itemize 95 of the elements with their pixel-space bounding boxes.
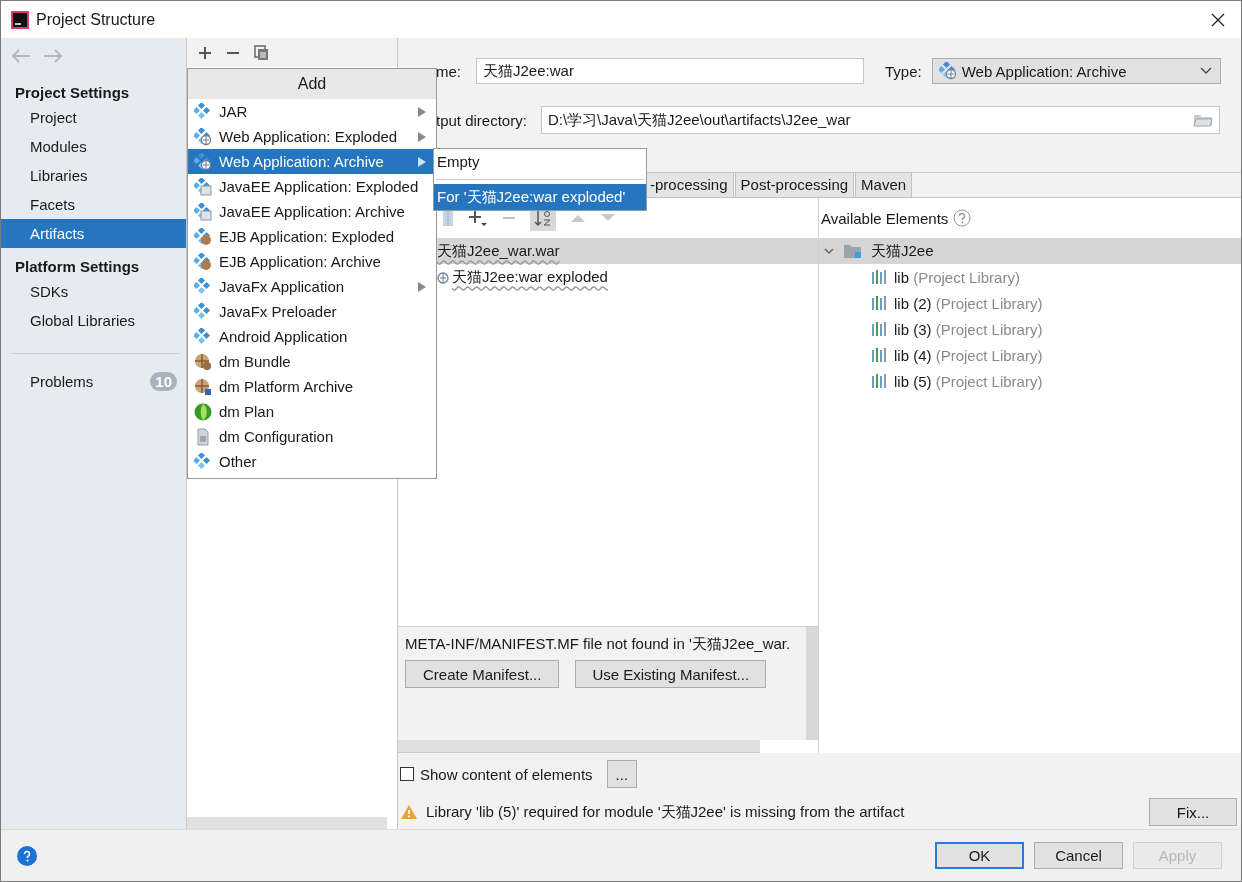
- name-field[interactable]: 天猫J2ee:war: [476, 58, 864, 84]
- menu-item[interactable]: JavaFx Preloader: [188, 299, 436, 324]
- diamonds-bean-icon: [194, 227, 212, 246]
- help-icon[interactable]: [17, 845, 37, 866]
- scrollbar[interactable]: [806, 627, 818, 741]
- checkbox-label: Show content of elements: [420, 765, 593, 783]
- menu-item[interactable]: Android Application: [188, 324, 436, 349]
- move-down-icon: [600, 213, 616, 223]
- diamonds-grid-icon: [194, 177, 212, 196]
- tree-item[interactable]: lib (2) (Project Library): [894, 294, 1043, 312]
- add-icon[interactable]: [198, 45, 212, 60]
- menu-item[interactable]: dm Plan: [188, 399, 436, 424]
- diamonds-globe-icon: [938, 62, 957, 80]
- scrollbar[interactable]: [187, 817, 387, 829]
- tree-item[interactable]: lib (4) (Project Library): [894, 346, 1043, 364]
- menu-item[interactable]: For '天猫J2ee:war exploded': [434, 184, 646, 210]
- diamonds-globe-icon: [194, 152, 212, 171]
- sidebar-item[interactable]: SDKs: [1, 277, 186, 306]
- sidebar-item[interactable]: Libraries: [1, 161, 186, 190]
- library-icon: [871, 296, 889, 310]
- tree-item[interactable]: lib (Project Library): [894, 268, 1020, 286]
- menu-item[interactable]: JavaEE Application: Archive: [188, 199, 436, 224]
- help-icon[interactable]: [953, 209, 972, 227]
- section-heading: Project Settings: [14, 83, 131, 103]
- diamonds-icon: [194, 302, 212, 321]
- panel-title: Available Elements: [821, 209, 949, 227]
- tree-item-label: 天猫J2ee_war.war: [437, 241, 560, 261]
- folder-icon: [843, 243, 863, 259]
- tree-item[interactable]: lib (5) (Project Library): [894, 372, 1043, 390]
- window-title: Project Structure: [36, 10, 157, 29]
- tab[interactable]: Maven: [855, 173, 913, 197]
- section-heading: Platform Settings: [14, 257, 141, 277]
- sidebar-item[interactable]: Project: [1, 103, 186, 132]
- scrollbar[interactable]: [398, 740, 760, 754]
- library-icon: [871, 270, 889, 284]
- diamonds-icon: [194, 452, 212, 471]
- menu-item[interactable]: dm Platform Archive: [188, 374, 436, 399]
- sidebar-item[interactable]: Artifacts: [1, 219, 186, 248]
- checkbox[interactable]: [400, 767, 414, 782]
- menu-item[interactable]: Empty: [434, 149, 646, 175]
- type-dropdown[interactable]: Web Application: Archive: [931, 58, 1221, 84]
- field-label: me:: [436, 62, 461, 80]
- wheel-icon: [194, 352, 212, 371]
- sidebar-item[interactable]: Problems: [30, 372, 94, 390]
- diamonds-icon: [194, 327, 212, 346]
- document-icon: [194, 427, 212, 446]
- warning-icon: [400, 804, 418, 821]
- close-icon[interactable]: [1211, 12, 1225, 27]
- app-logo-icon: [11, 10, 29, 29]
- more-button[interactable]: ...: [606, 760, 638, 789]
- count-badge: 10: [150, 371, 177, 391]
- menu-item[interactable]: JavaFx Application: [188, 274, 436, 299]
- warning-message: Library 'lib (5)' required for module '天猫J2ee' is missing from the artifact: [426, 802, 906, 822]
- copy-icon[interactable]: [254, 44, 270, 61]
- menu-item[interactable]: Web Application: Exploded: [188, 124, 436, 149]
- output-directory-field[interactable]: D:\学习\Java\天猫J2ee\out\artifacts\J2ee_war: [540, 106, 1220, 134]
- diamonds-globe-icon: [194, 127, 212, 146]
- menu-item[interactable]: Other: [188, 449, 436, 474]
- sidebar-item[interactable]: Modules: [1, 132, 186, 161]
- menu-item[interactable]: JavaEE Application: Exploded: [188, 174, 436, 199]
- wheel-lock-icon: [194, 377, 212, 396]
- folder-icon[interactable]: [1192, 113, 1213, 127]
- tab[interactable]: Post-processing: [734, 173, 855, 197]
- menu-title: Add: [188, 69, 436, 99]
- menu-item[interactable]: dm Configuration: [188, 424, 436, 449]
- chevron-down-icon: [1199, 67, 1212, 75]
- diamonds-grid-icon: [194, 202, 212, 221]
- fix-button[interactable]: Fix...: [1149, 798, 1237, 827]
- field-label: Type:: [885, 62, 922, 80]
- sidebar-item[interactable]: Facets: [1, 190, 186, 219]
- library-icon: [871, 322, 889, 336]
- library-icon: [871, 374, 889, 388]
- tree-item[interactable]: lib (3) (Project Library): [894, 320, 1043, 338]
- diamonds-icon: [194, 277, 212, 296]
- tab[interactable]: -processing: [644, 173, 734, 197]
- sidebar-item[interactable]: Global Libraries: [1, 306, 186, 335]
- create-manifest-button[interactable]: Create Manifest...: [405, 660, 560, 689]
- sphere-icon: [193, 402, 213, 421]
- tree-item-label: 天猫J2ee:war exploded: [452, 267, 608, 287]
- tree-item[interactable]: 天猫J2ee: [871, 241, 934, 261]
- menu-item[interactable]: JAR: [188, 99, 436, 124]
- dialog-button[interactable]: OK: [935, 842, 1024, 869]
- menu-item[interactable]: Web Application: Archive: [188, 149, 436, 174]
- diamonds-icon: [194, 102, 212, 121]
- diamonds-bean-icon: [194, 252, 212, 271]
- field-label: tput directory:: [436, 111, 527, 129]
- column-icon[interactable]: [442, 210, 454, 226]
- dialog-button[interactable]: Cancel: [1034, 842, 1123, 869]
- menu-item[interactable]: dm Bundle: [188, 349, 436, 374]
- add-dropdown-icon[interactable]: [468, 209, 488, 227]
- use-existing-manifest-button[interactable]: Use Existing Manifest...: [575, 660, 767, 689]
- manifest-message: META-INF/MANIFEST.MF file not found in '天猫J2ee_war.: [405, 635, 792, 655]
- library-icon: [871, 348, 889, 362]
- chevron-icon[interactable]: [823, 245, 835, 257]
- move-up-icon: [570, 213, 586, 223]
